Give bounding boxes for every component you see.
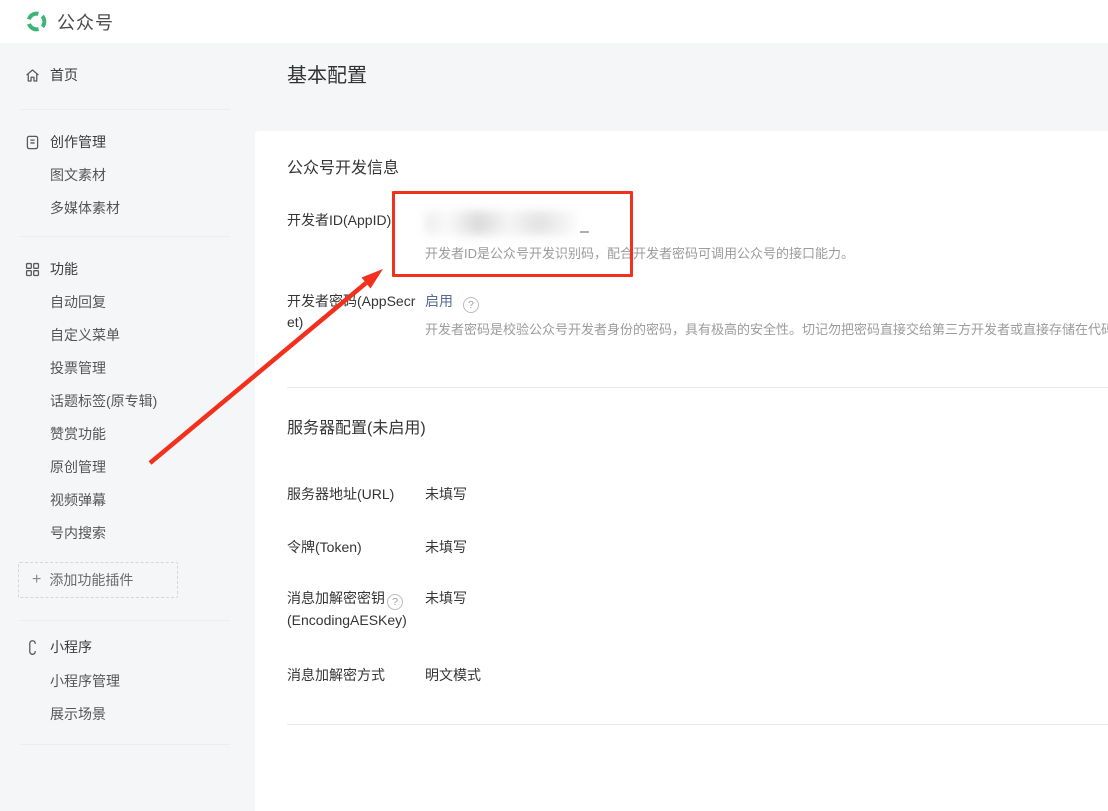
appid-row: 开发者ID(AppID) 开发者ID是公众号开发识别码，配合开发者密码可调用公众…	[287, 210, 1088, 263]
sidebar-item-image-text-material[interactable]: 图文素材	[0, 165, 250, 185]
sidebar-divider	[20, 109, 230, 110]
sidebar: 首页 创作管理 图文素材 多媒体素材 功能 自动回复 自定义菜单 投票管理 话题…	[0, 43, 250, 749]
sidebar-item-reward[interactable]: 赞赏功能	[0, 424, 250, 444]
appsecret-help-icon[interactable]: ?	[463, 297, 479, 313]
aes-key-label-line2: (EncodingAESKey)	[287, 610, 419, 631]
sidebar-item-display-scene[interactable]: 展示场景	[0, 704, 250, 724]
aes-key-help-icon[interactable]: ?	[387, 594, 403, 610]
sidebar-item-label: 功能	[50, 259, 78, 279]
main-content: 基本配置 公众号开发信息 开发者ID(AppID) 开发者ID是公众号开发识别码…	[250, 43, 1108, 749]
aes-key-row: 消息加解密密钥? (EncodingAESKey) 未填写	[287, 588, 1088, 631]
sidebar-subitem-label: 赞赏功能	[50, 424, 106, 444]
settings-card: 公众号开发信息 开发者ID(AppID) 开发者ID是公众号开发识别码，配合开发…	[255, 131, 1108, 811]
dev-info-section-title: 公众号开发信息	[287, 158, 1088, 180]
sidebar-divider	[20, 236, 230, 237]
add-plugin-label: 添加功能插件	[49, 570, 133, 590]
grid-icon	[24, 261, 41, 278]
app-header: 公众号	[0, 0, 1108, 43]
section-divider	[287, 387, 1108, 388]
server-url-value: 未填写	[425, 484, 467, 505]
sidebar-subitem-label: 展示场景	[50, 704, 106, 724]
appsecret-label: 开发者密码(AppSecret)	[287, 291, 419, 339]
appid-label: 开发者ID(AppID)	[287, 210, 419, 263]
appsecret-value-area: 启用 ? 开发者密码是校验公众号开发者身份的密码，具有极高的安全性。切记勿把密码…	[425, 291, 1108, 339]
sidebar-subitem-label: 自动回复	[50, 292, 106, 312]
appid-value-area: 开发者ID是公众号开发识别码，配合开发者密码可调用公众号的接口能力。	[425, 210, 854, 263]
sidebar-item-home[interactable]: 首页	[0, 65, 250, 85]
page-title: 基本配置	[287, 62, 1108, 90]
token-value: 未填写	[425, 537, 467, 558]
appsecret-description: 开发者密码是校验公众号开发者身份的密码，具有极高的安全性。切记勿把密码直接交给第…	[425, 321, 1108, 339]
server-config-section-title: 服务器配置(未启用)	[287, 418, 1088, 440]
sidebar-item-label: 首页	[50, 65, 78, 85]
sidebar-item-creation[interactable]: 创作管理	[0, 132, 250, 152]
plus-icon: +	[32, 572, 41, 588]
sidebar-item-video-danmu[interactable]: 视频弹幕	[0, 490, 250, 510]
encrypt-mode-value: 明文模式	[425, 665, 481, 686]
sidebar-item-vote-management[interactable]: 投票管理	[0, 358, 250, 378]
redaction-dash	[580, 231, 589, 233]
server-url-label: 服务器地址(URL)	[287, 484, 419, 505]
token-label: 令牌(Token)	[287, 537, 419, 558]
sidebar-subitem-label: 小程序管理	[50, 671, 120, 691]
sidebar-item-features[interactable]: 功能	[0, 259, 250, 279]
sidebar-divider	[20, 744, 230, 745]
appid-redacted-value	[425, 211, 577, 235]
sidebar-subitem-label: 话题标签(原专辑)	[50, 391, 157, 411]
sidebar-item-auto-reply[interactable]: 自动回复	[0, 292, 250, 312]
sidebar-subitem-label: 号内搜索	[50, 523, 106, 543]
sidebar-item-label: 小程序	[50, 637, 92, 657]
sidebar-divider	[20, 620, 230, 621]
sidebar-item-label: 创作管理	[50, 132, 106, 152]
home-icon	[24, 67, 41, 84]
appsecret-row: 开发者密码(AppSecret) 启用 ? 开发者密码是校验公众号开发者身份的密…	[287, 291, 1088, 339]
sidebar-item-miniprogram-management[interactable]: 小程序管理	[0, 671, 250, 691]
appid-description: 开发者ID是公众号开发识别码，配合开发者密码可调用公众号的接口能力。	[425, 245, 854, 263]
aes-key-label-line1: 消息加解密密钥	[287, 590, 385, 606]
sidebar-subitem-label: 视频弹幕	[50, 490, 106, 510]
sidebar-item-miniprogram[interactable]: 小程序	[0, 637, 250, 657]
redaction-blur	[425, 211, 577, 235]
add-plugin-button[interactable]: + 添加功能插件	[18, 562, 178, 598]
sidebar-subitem-label: 原创管理	[50, 457, 106, 477]
sidebar-item-custom-menu[interactable]: 自定义菜单	[0, 325, 250, 345]
encrypt-mode-row: 消息加解密方式 明文模式	[287, 665, 1088, 686]
bottom-divider	[287, 724, 1108, 725]
sidebar-subitem-label: 投票管理	[50, 358, 106, 378]
sidebar-item-in-account-search[interactable]: 号内搜索	[0, 523, 250, 543]
server-url-row: 服务器地址(URL) 未填写	[287, 484, 1088, 505]
sidebar-subitem-label: 自定义菜单	[50, 325, 120, 345]
sidebar-subitem-label: 多媒体素材	[50, 198, 120, 218]
aes-key-label: 消息加解密密钥? (EncodingAESKey)	[287, 588, 419, 631]
enable-appsecret-link[interactable]: 启用	[425, 293, 453, 309]
brand-logo-icon	[25, 10, 48, 33]
brand-name: 公众号	[57, 9, 114, 35]
sidebar-item-topic-tags[interactable]: 话题标签(原专辑)	[0, 391, 250, 411]
document-icon	[24, 134, 41, 151]
sidebar-item-original-management[interactable]: 原创管理	[0, 457, 250, 477]
encrypt-mode-label: 消息加解密方式	[287, 665, 419, 686]
sidebar-subitem-label: 图文素材	[50, 165, 106, 185]
sidebar-item-multimedia-material[interactable]: 多媒体素材	[0, 198, 250, 218]
token-row: 令牌(Token) 未填写	[287, 537, 1088, 558]
miniprogram-icon	[24, 639, 41, 656]
aes-key-value: 未填写	[425, 588, 467, 631]
